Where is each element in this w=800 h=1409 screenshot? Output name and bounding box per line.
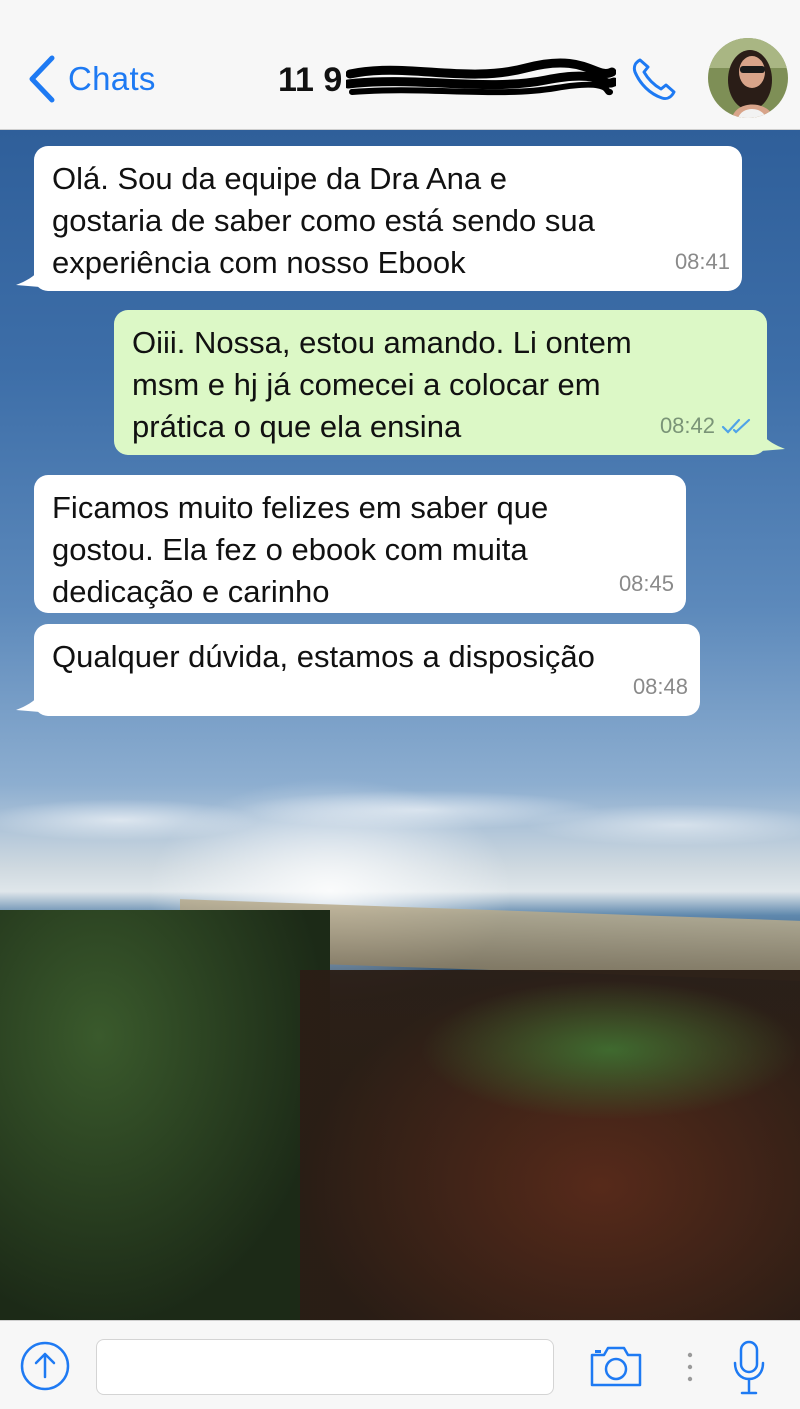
message-meta: 08:48 [633, 666, 688, 708]
message-meta: 08:42 [660, 405, 755, 447]
wallpaper-shrubs-left [0, 910, 330, 1320]
bubble-tail [16, 694, 40, 712]
back-to-chats-button[interactable]: Chats [26, 52, 156, 106]
message-text: Oiii. Nossa, estou amando. Li ontem msm … [132, 325, 632, 444]
conversation-area[interactable]: Olá. Sou da equipe da Dra Ana e gostaria… [0, 130, 800, 1320]
message-bubble-incoming[interactable]: Qualquer dúvida, estamos a disposição 08… [16, 624, 700, 716]
bubble-tail [761, 433, 785, 451]
contact-name[interactable]: 11 9 [278, 58, 617, 102]
wallpaper-clouds [0, 770, 800, 880]
message-meta: 08:41 [675, 241, 730, 283]
wallpaper-cactus [420, 980, 800, 1120]
bubble-tail [16, 269, 40, 287]
message-time: 08:41 [674, 249, 730, 274]
message-bubble-outgoing[interactable]: Oiii. Nossa, estou amando. Li ontem msm … [114, 310, 785, 455]
message-bubble-incoming[interactable]: Ficamos muito felizes em saber que gosto… [34, 475, 686, 613]
chevron-left-icon [29, 55, 55, 103]
message-input[interactable] [96, 1339, 554, 1395]
back-label: Chats [68, 60, 156, 97]
message-text: Olá. Sou da equipe da Dra Ana e gostaria… [52, 161, 595, 280]
message-time: 08:48 [632, 674, 688, 699]
phone-icon[interactable] [628, 54, 680, 102]
message-bubble-incoming[interactable]: Olá. Sou da equipe da Dra Ana e gostaria… [16, 146, 742, 291]
read-double-check-icon [721, 418, 751, 434]
upload-arrow-icon[interactable] [20, 1341, 70, 1391]
message-time: 08:42 [659, 413, 715, 438]
composer-bar [0, 1320, 800, 1409]
message-meta: 08:45 [619, 563, 674, 605]
contact-name-text: 11 9 [278, 60, 343, 99]
avatar-photo [708, 38, 788, 118]
message-text: Ficamos muito felizes em saber que gosto… [52, 490, 549, 609]
message-text: Qualquer dúvida, estamos a disposição [52, 639, 595, 674]
chat-header: Chats 11 9 [0, 0, 800, 130]
contact-avatar[interactable] [708, 38, 788, 118]
message-time: 08:45 [618, 571, 674, 596]
camera-icon[interactable] [588, 1343, 644, 1389]
redaction-scribble [346, 58, 617, 96]
vertical-dots-icon [687, 1352, 693, 1382]
microphone-icon[interactable] [732, 1339, 766, 1397]
